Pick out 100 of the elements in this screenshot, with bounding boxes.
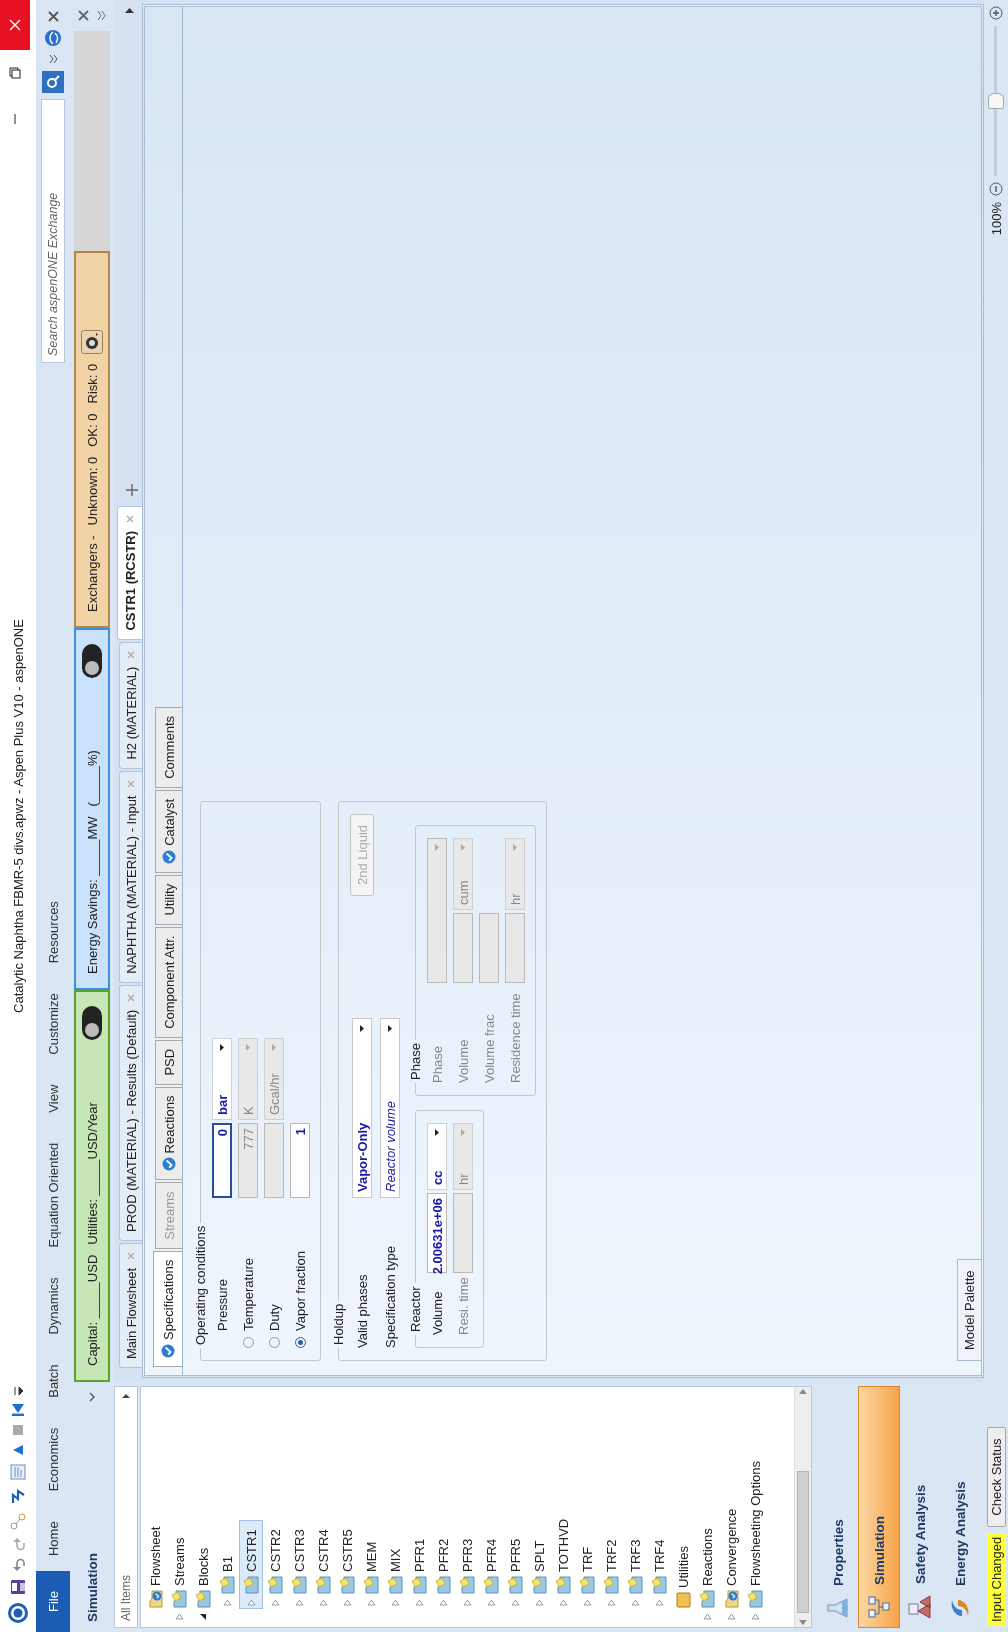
unknown-count: Unknown: 0 xyxy=(84,456,100,526)
ribbon-tab[interactable]: View xyxy=(36,1069,70,1128)
search-field[interactable]: Search aspenONE Exchange xyxy=(41,99,65,363)
document-tab[interactable]: Main Flowsheet xyxy=(119,1242,142,1368)
tree-item[interactable]: Reactions xyxy=(695,1519,719,1623)
input-field[interactable]: 2.00631e+06 xyxy=(427,1193,447,1273)
tree-item[interactable]: Blocks xyxy=(191,1538,215,1623)
tree-item[interactable]: TRF4 xyxy=(647,1530,671,1609)
folder-icon xyxy=(483,1576,499,1594)
close-icon xyxy=(78,10,89,21)
toggle-switch[interactable] xyxy=(82,1006,102,1040)
caret-right-icon xyxy=(122,1393,130,1399)
tree-item[interactable]: TRF2 xyxy=(599,1530,623,1609)
tree-item[interactable]: Flowsheeting Options xyxy=(743,1452,767,1623)
close-icon xyxy=(46,10,60,23)
navigation-button[interactable]: Energy Analysis xyxy=(940,1386,980,1628)
folder-icon xyxy=(555,1576,571,1594)
document-tab[interactable]: NAPHTHA (MATERIAL) - Input xyxy=(119,770,142,983)
close-button[interactable] xyxy=(0,0,30,50)
caret-icon xyxy=(245,1043,251,1052)
globe-icon xyxy=(44,29,62,47)
group-title: Phase xyxy=(408,1042,423,1082)
tree-item[interactable]: SPLT xyxy=(527,1531,551,1609)
tree-item[interactable]: PFR3 xyxy=(455,1529,479,1609)
tree-item[interactable]: CSTR4 xyxy=(311,1520,335,1609)
navigation-button[interactable]: Simulation xyxy=(858,1386,900,1628)
risk-count: Risk: 0 xyxy=(84,363,100,404)
ribbon-tab[interactable]: File xyxy=(36,1571,70,1632)
tree-item[interactable]: TRF xyxy=(575,1537,599,1609)
form-tab[interactable]: Comments xyxy=(155,707,182,788)
navigation-button[interactable]: Safety Analysis xyxy=(900,1386,940,1628)
exchanger-icon xyxy=(81,329,103,354)
navigation-button[interactable]: Properties xyxy=(818,1386,858,1628)
ribbon-tab[interactable]: Equation Oriented xyxy=(36,1127,70,1263)
search-button[interactable] xyxy=(42,71,64,93)
tree-item[interactable]: CSTR3 xyxy=(287,1520,311,1609)
tree-item[interactable]: CSTR5 xyxy=(335,1520,359,1609)
tree-item[interactable]: MIX xyxy=(383,1539,407,1609)
folder-icon xyxy=(459,1576,475,1594)
tree-item[interactable]: Convergence xyxy=(719,1499,743,1623)
caret-icon xyxy=(434,1128,440,1137)
tree-item[interactable]: PFR1 xyxy=(407,1529,431,1609)
document-tab[interactable]: CSTR1 (RCSTR) xyxy=(117,505,142,640)
filter-dropdown[interactable]: All Items xyxy=(114,1386,138,1628)
chevron-icon xyxy=(88,1392,96,1402)
document-tab[interactable]: H2 (MATERIAL) xyxy=(119,641,142,769)
unit-dropdown[interactable]: bar xyxy=(212,1038,232,1120)
ribbon-tab[interactable]: Home xyxy=(36,1506,70,1572)
tree-item[interactable]: TOTHVD xyxy=(551,1509,575,1609)
caret-icon xyxy=(271,1043,277,1052)
tree-item[interactable]: PFR4 xyxy=(479,1529,503,1609)
flask-icon xyxy=(826,1596,850,1620)
tree-item[interactable]: CSTR2 xyxy=(263,1520,287,1609)
tree-item[interactable]: B1 xyxy=(215,1547,239,1609)
toggle-switch[interactable] xyxy=(82,644,102,678)
form-tab[interactable]: Utility xyxy=(155,874,182,925)
input-field[interactable]: 0 xyxy=(212,1123,232,1198)
ribbon-tab[interactable]: Dynamics xyxy=(36,1262,70,1350)
run-icon xyxy=(11,1443,25,1457)
model-palette-tab[interactable]: Model Palette xyxy=(957,1259,981,1361)
ribbon-tab[interactable]: Resources xyxy=(36,886,70,979)
network-icon xyxy=(10,1512,26,1530)
tree-item[interactable]: CSTR1 xyxy=(239,1520,263,1609)
form-tab[interactable]: Specifications xyxy=(153,1250,182,1367)
reset-icon xyxy=(11,1403,25,1417)
search-icon xyxy=(46,75,60,89)
tree-item[interactable]: MEM xyxy=(359,1532,383,1609)
scrollbar[interactable] xyxy=(794,1387,810,1627)
field-label: Specification type xyxy=(382,1245,398,1348)
tree-item[interactable]: PFR2 xyxy=(431,1529,455,1609)
form-tab[interactable]: Reactions xyxy=(155,1086,182,1181)
tree-item[interactable]: Utilities xyxy=(671,1537,695,1623)
folder-icon xyxy=(699,1590,715,1608)
tree-item[interactable]: PFR5 xyxy=(503,1529,527,1609)
dropdown-field[interactable]: Reactor volume xyxy=(380,1018,400,1198)
slider-thumb[interactable] xyxy=(988,93,1004,109)
tree-item[interactable]: Streams xyxy=(167,1528,191,1623)
field-label: Temperature xyxy=(240,1258,256,1331)
ribbon-tab[interactable]: Economics xyxy=(36,1412,70,1507)
document-tab[interactable]: PROD (MATERIAL) - Results (Default) xyxy=(119,984,142,1241)
new-tab-button[interactable] xyxy=(126,483,138,496)
form-tab[interactable]: Catalyst xyxy=(155,789,182,873)
input-field[interactable]: 1 xyxy=(290,1123,310,1198)
folder-icon xyxy=(291,1576,307,1594)
dropdown-field[interactable]: Vapor-Only xyxy=(352,1018,372,1198)
undo-icon xyxy=(11,1558,25,1572)
folder-icon xyxy=(411,1576,427,1594)
radio-button[interactable] xyxy=(294,1337,306,1348)
form-tab[interactable]: Component Attr. xyxy=(155,926,182,1038)
unit-dropdown[interactable]: cc xyxy=(427,1123,447,1190)
folder-icon xyxy=(747,1590,763,1608)
folder-check-icon xyxy=(723,1590,739,1608)
folder-icon xyxy=(507,1576,523,1594)
tree-item[interactable]: Flowsheet xyxy=(143,1517,167,1623)
ribbon-tab[interactable]: Customize xyxy=(36,978,70,1070)
tree-item[interactable]: TRF3 xyxy=(623,1530,647,1609)
field-label: Duty xyxy=(266,1304,282,1331)
ribbon-tab[interactable]: Batch xyxy=(36,1349,70,1413)
check-status-button[interactable]: Check Status xyxy=(986,1427,1006,1527)
form-tab[interactable]: PSD xyxy=(155,1039,182,1085)
